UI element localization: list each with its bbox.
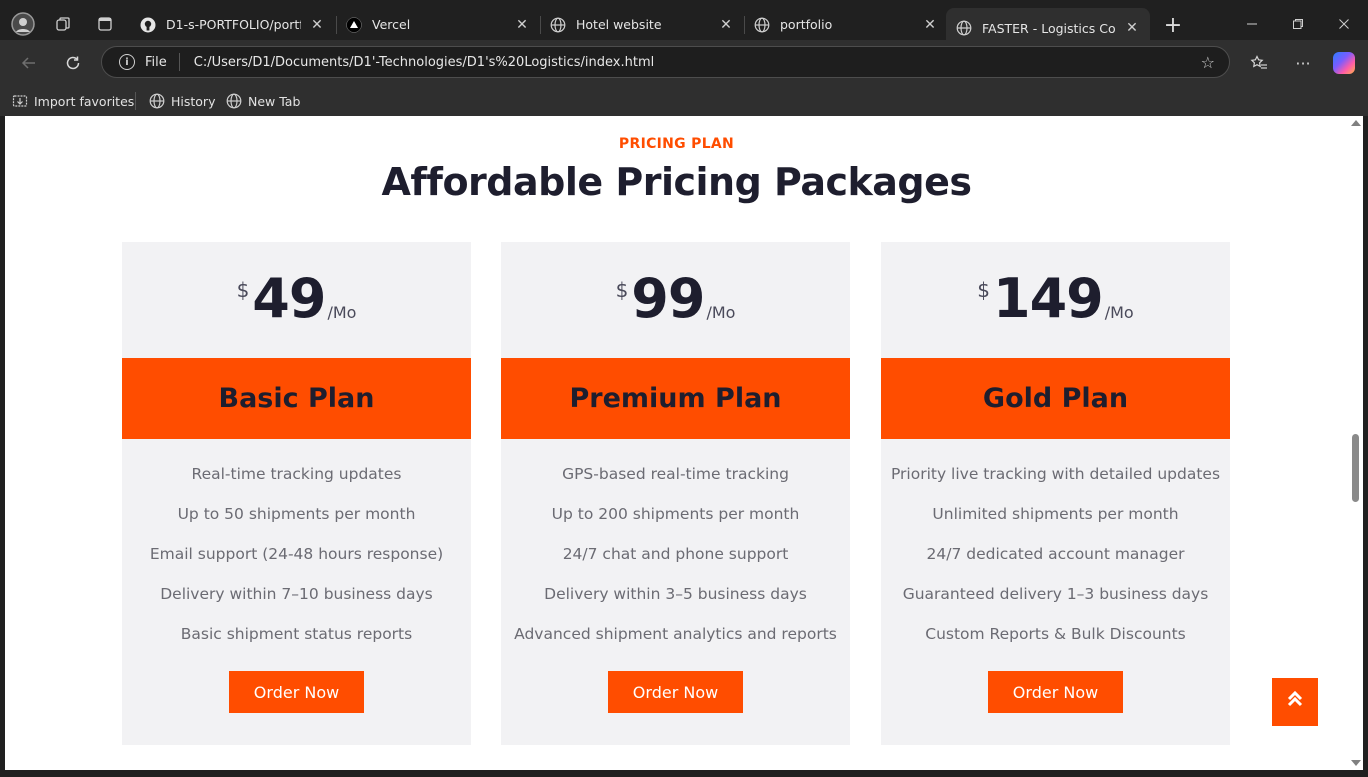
section-eyebrow: PRICING PLAN <box>618 136 735 152</box>
price-period: /Mo <box>706 303 736 322</box>
globe-icon <box>149 93 165 109</box>
address-divider <box>178 53 180 71</box>
github-icon <box>140 17 156 33</box>
pricing-card-premium: $ 99 /Mo Premium Plan GPS-based real-tim… <box>501 242 850 745</box>
price-currency: $ <box>977 278 990 302</box>
feature-item: Up to 200 shipments per month <box>551 505 800 523</box>
window-bottom-edge <box>0 770 1368 777</box>
more-menu-icon[interactable]: ··· <box>1288 49 1318 77</box>
site-info-icon[interactable]: i <box>119 54 135 70</box>
favorite-label: Import favorites <box>34 93 135 109</box>
back-to-top-button[interactable] <box>1272 678 1318 726</box>
new-tab-plus-icon[interactable]: + <box>1160 12 1186 38</box>
tab-portfolio[interactable]: portfolio ✕ <box>744 8 948 41</box>
close-tab-icon[interactable]: ✕ <box>309 17 325 33</box>
navigation-toolbar: i File C:/Users/D1/Documents/D1'-Technol… <box>0 40 1368 86</box>
address-bar[interactable]: i File C:/Users/D1/Documents/D1'-Technol… <box>101 46 1230 78</box>
close-tab-icon[interactable]: ✕ <box>1124 20 1140 36</box>
feature-item: Advanced shipment analytics and reports <box>514 625 837 643</box>
order-now-button-premium[interactable]: Order Now <box>608 671 743 713</box>
favorite-new-tab[interactable]: New Tab <box>226 90 300 112</box>
feature-item: Email support (24-48 hours response) <box>149 545 444 563</box>
page-viewport: PRICING PLAN Affordable Pricing Packages… <box>5 116 1348 770</box>
window-close-icon[interactable] <box>1324 10 1364 38</box>
plan-price: $ 49 /Mo <box>122 270 471 328</box>
favorites-bar: Import favorites History New Tab <box>0 86 1368 116</box>
workspaces-icon[interactable] <box>50 11 76 37</box>
feature-item: Real-time tracking updates <box>191 465 402 483</box>
address-url[interactable]: C:/Users/D1/Documents/D1'-Technologies/D… <box>194 55 654 70</box>
plan-name: Gold Plan <box>881 358 1230 439</box>
feature-item: Basic shipment status reports <box>180 625 413 643</box>
feature-item: Up to 50 shipments per month <box>177 505 416 523</box>
feature-item: GPS-based real-time tracking <box>562 465 789 483</box>
tab-title: D1-s-PORTFOLIO/portfolio <box>166 17 301 32</box>
scroll-up-arrow-icon[interactable] <box>1351 120 1361 126</box>
vertical-tabs-icon[interactable] <box>92 11 118 37</box>
order-now-button-gold[interactable]: Order Now <box>988 671 1123 713</box>
restore-icon[interactable] <box>1278 10 1318 38</box>
vercel-icon <box>346 16 362 33</box>
feature-item: 24/7 dedicated account manager <box>926 545 1185 563</box>
plan-price: $ 149 /Mo <box>881 270 1230 328</box>
globe-icon <box>226 93 242 109</box>
favorites-import[interactable]: Import favorites <box>12 90 134 112</box>
tab-title: portfolio <box>780 17 833 32</box>
tab-title: Hotel website <box>576 17 662 32</box>
price-currency: $ <box>615 278 629 302</box>
tab-hotel-website[interactable]: Hotel website ✕ <box>540 8 744 41</box>
plan-name: Premium Plan <box>501 358 850 439</box>
plan-price: $ 99 /Mo <box>501 270 850 328</box>
feature-item: Custom Reports & Bulk Discounts <box>925 625 1186 643</box>
back-arrow-icon[interactable] <box>14 49 44 77</box>
close-tab-icon[interactable]: ✕ <box>514 17 530 33</box>
section-title: Affordable Pricing Packages <box>381 160 972 204</box>
favorite-label: History <box>171 93 216 109</box>
tab-title: FASTER - Logistics Company <box>982 20 1116 36</box>
feature-item: Guaranteed delivery 1–3 business days <box>902 585 1209 603</box>
profile-avatar-icon[interactable] <box>10 11 36 37</box>
address-scheme: File <box>145 54 167 70</box>
scroll-down-arrow-icon[interactable] <box>1351 760 1361 766</box>
pricing-card-gold: $ 149 /Mo Gold Plan Priority live tracki… <box>881 242 1230 745</box>
feature-list: Priority live tracking with detailed upd… <box>881 458 1230 658</box>
tab-title: Vercel <box>372 17 411 32</box>
favorites-list-icon[interactable] <box>1244 49 1274 77</box>
feature-item: 24/7 chat and phone support <box>562 545 789 563</box>
globe-icon <box>956 20 972 36</box>
favorite-label: New Tab <box>248 93 301 109</box>
order-now-button-basic[interactable]: Order Now <box>229 671 364 713</box>
import-icon <box>12 93 28 109</box>
favorites-divider <box>135 92 136 110</box>
double-chevron-up-icon <box>1286 689 1304 715</box>
scrollbar-thumb[interactable] <box>1352 434 1359 502</box>
close-tab-icon[interactable]: ✕ <box>922 17 938 33</box>
feature-item: Delivery within 3–5 business days <box>544 585 807 603</box>
globe-icon <box>550 17 566 33</box>
page-scrollbar[interactable] <box>1348 116 1363 770</box>
price-amount: 49 <box>252 267 326 330</box>
globe-icon <box>754 17 770 33</box>
pricing-card-basic: $ 49 /Mo Basic Plan Real-time tracking u… <box>122 242 471 745</box>
price-currency: $ <box>236 278 250 302</box>
price-period: /Mo <box>327 303 357 322</box>
refresh-icon[interactable] <box>58 49 88 77</box>
close-tab-icon[interactable]: ✕ <box>718 17 734 33</box>
price-period: /Mo <box>1104 303 1134 322</box>
favorite-history[interactable]: History <box>149 90 215 112</box>
feature-item: Unlimited shipments per month <box>932 505 1179 523</box>
feature-list: GPS-based real-time tracking Up to 200 s… <box>501 458 850 658</box>
feature-list: Real-time tracking updates Up to 50 ship… <box>122 458 471 658</box>
minimize-icon[interactable] <box>1232 10 1272 38</box>
feature-item: Priority live tracking with detailed upd… <box>890 465 1221 483</box>
plan-name: Basic Plan <box>122 358 471 439</box>
tab-github[interactable]: D1-s-PORTFOLIO/portfolio ✕ <box>130 8 335 41</box>
price-amount: 99 <box>631 267 705 330</box>
tab-vercel[interactable]: Vercel ✕ <box>336 8 540 41</box>
feature-item: Delivery within 7–10 business days <box>160 585 433 603</box>
favorite-star-icon[interactable]: ☆ <box>1201 53 1215 72</box>
copilot-icon[interactable] <box>1333 52 1355 74</box>
price-amount: 149 <box>993 267 1104 330</box>
